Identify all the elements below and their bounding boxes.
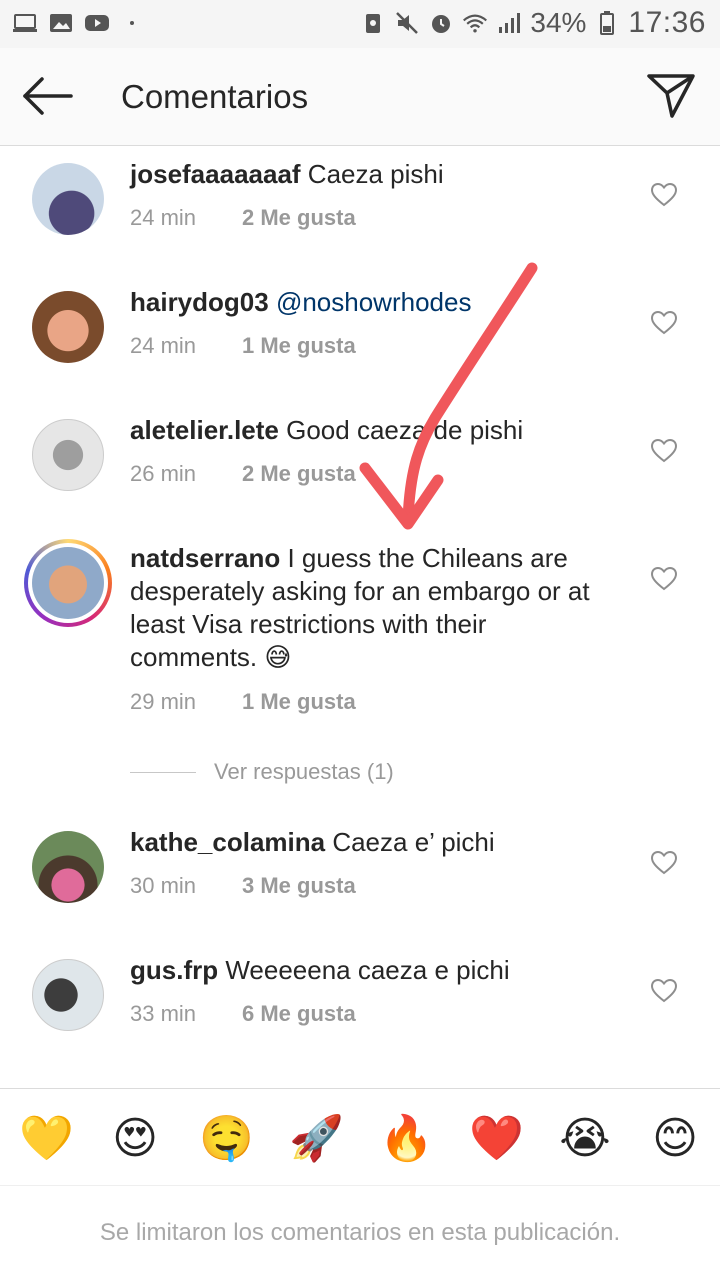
avatar [32,547,104,619]
avatar[interactable] [32,163,104,235]
avatar-story-ring[interactable] [24,539,112,627]
comments-list: josefaaaaaaaf Caeza pishi 24 min 2 Me gu… [0,147,720,1087]
back-arrow-icon[interactable] [22,76,74,116]
comment-likes[interactable]: 3 Me gusta [242,873,356,899]
comment-meta: 26 min 2 Me gusta [130,461,356,487]
comment-meta: 33 min 6 Me gusta [130,1001,356,1027]
comment-time: 30 min [130,873,197,898]
avatar[interactable] [32,959,104,1031]
comment-username[interactable]: natdserrano [130,543,280,573]
like-heart-icon[interactable] [651,851,677,875]
avatar[interactable] [32,291,104,363]
comment-text: natdserrano I guess the Chileans are des… [130,542,600,674]
comment-meta: 29 min 1 Me gusta [130,689,356,715]
page-title: Comentarios [121,78,309,115]
emoji-smiling[interactable]: 😊 [649,1113,701,1165]
comment-time: 26 min [130,461,197,486]
view-replies[interactable]: Ver respuestas (1) [130,759,394,785]
like-heart-icon[interactable] [651,439,677,463]
comment-username[interactable]: josefaaaaaaaf [130,159,301,189]
emoji-fire[interactable]: 🔥 [379,1113,434,1165]
comment-text: kathe_colamina Caeza e’ pichi [130,826,600,859]
comment-username[interactable]: gus.frp [130,955,218,985]
battery-icon [600,11,615,35]
signal-icon [499,13,521,33]
comment-meta: 24 min 1 Me gusta [130,333,356,359]
comment-meta: 30 min 3 Me gusta [130,873,356,899]
status-notifications [12,10,134,36]
emoji-drooling[interactable]: 🤤 [199,1113,254,1165]
status-system: 34% 17:36 [360,6,706,40]
like-heart-icon[interactable] [651,311,677,335]
laptop-icon [13,14,37,32]
clock: 17:36 [628,6,706,39]
alarm-icon [432,15,451,33]
direct-send-icon[interactable] [646,72,696,120]
comment-message: Weeeeena caeza e pichi [218,955,510,985]
comment-text: gus.frp Weeeeena caeza e pichi [130,954,600,987]
dot-icon [130,21,134,25]
comment-likes[interactable]: 1 Me gusta [242,689,356,715]
comment-username[interactable]: kathe_colamina [130,827,325,857]
comment-likes[interactable]: 2 Me gusta [242,461,356,487]
battery-percent: 34% [530,7,587,38]
android-icon [366,14,381,33]
comment-username[interactable]: aletelier.lete [130,415,279,445]
comments-limited-text: Se limitaron los comentarios en esta pub… [99,1219,621,1246]
comment-likes[interactable]: 2 Me gusta [242,205,356,231]
replies-divider [130,771,196,773]
comment-text: josefaaaaaaaf Caeza pishi [130,158,600,191]
view-replies-label[interactable]: Ver respuestas (1) [214,759,394,785]
youtube-icon [85,15,109,31]
avatar[interactable] [32,831,104,903]
comment-time: 24 min [130,205,197,230]
comment-text: aletelier.lete Good caeza de pishi [130,414,600,447]
comment-likes[interactable]: 1 Me gusta [242,333,356,359]
comment-likes[interactable]: 6 Me gusta [242,1001,356,1027]
status-bar: 34% 17:36 [0,0,720,48]
comment-message: Caeza e’ pichi [325,827,495,857]
emoji-crying[interactable]: 😭 [559,1113,611,1165]
emoji-quick-bar: 💛 😍 🤤 🚀 🔥 ❤️ 😭 😊 [0,1088,720,1186]
comment-mention[interactable]: @noshowrhodes [269,287,472,317]
emoji-red-heart[interactable]: ❤️ [469,1113,524,1165]
comment-meta: 24 min 2 Me gusta [130,205,356,231]
emoji-rocket[interactable]: 🚀 [289,1113,344,1165]
emoji-yellow-heart[interactable]: 💛 [19,1113,74,1165]
comment-time: 33 min [130,1001,197,1026]
comment-text: hairydog03 @noshowrhodes [130,286,600,319]
comment-message: Good caeza de pishi [278,415,524,445]
app-root: 34% 17:36 Comentarios josefaaaaaaaf Caez… [0,0,720,1280]
top-bar: Comentarios [0,48,720,146]
emoji-heart-eyes[interactable]: 😍 [109,1113,161,1165]
comment-message: Caeza pishi [300,159,444,189]
mute-icon [396,12,419,34]
comment-username[interactable]: hairydog03 [130,287,269,317]
avatar[interactable] [32,419,104,491]
like-heart-icon[interactable] [651,183,677,207]
comment-time: 29 min [130,689,197,714]
like-heart-icon[interactable] [651,567,677,591]
like-heart-icon[interactable] [651,979,677,1003]
gallery-icon [50,14,72,32]
comments-limited-notice: Se limitaron los comentarios en esta pub… [0,1186,720,1280]
comment-time: 24 min [130,333,197,358]
wifi-icon [463,14,488,33]
